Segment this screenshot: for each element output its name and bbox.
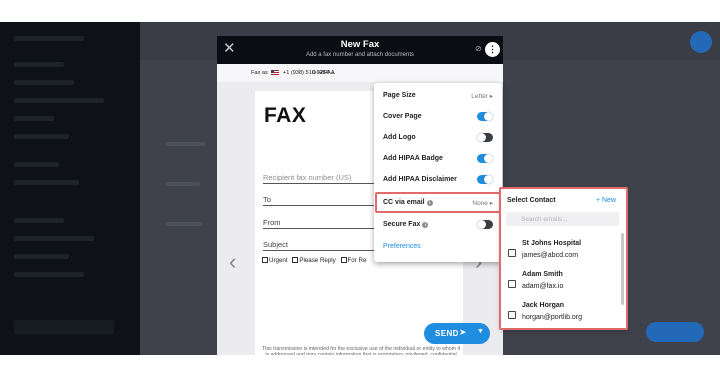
page-size-value-text: Letter — [471, 93, 488, 100]
menu-item-cover-page[interactable]: Cover Page — [374, 107, 502, 127]
please-reply-checkbox[interactable]: Please Reply — [292, 257, 336, 264]
previous-page-arrow[interactable]: ‹ — [229, 251, 236, 273]
chevron-right-icon: ▸ — [489, 93, 493, 100]
background-row — [165, 142, 205, 146]
flag-checkboxes: Urgent Please Reply For Re — [262, 257, 369, 264]
preferences-link[interactable]: Preferences — [383, 243, 421, 250]
attachment-icon[interactable]: ⊘ — [475, 44, 482, 53]
us-flag-icon — [271, 70, 280, 75]
sidebar-line — [14, 80, 74, 85]
hipaa-label: HIPAA — [318, 70, 335, 76]
for-review-label: For Re — [347, 257, 367, 264]
fax-as-label: Fax as — [251, 70, 268, 76]
shield-icon: ⊙ — [312, 70, 317, 76]
send-label: SEND — [435, 329, 459, 338]
send-icon: ➤ — [459, 327, 467, 337]
menu-item-add-hipaa-badge[interactable]: Add HIPAA Badge — [374, 149, 502, 169]
for-review-checkbox[interactable]: For Re — [340, 257, 367, 264]
urgent-label: Urgent — [269, 257, 288, 264]
cover-page-toggle[interactable] — [477, 112, 493, 121]
more-options-button[interactable]: ⋮ — [485, 42, 500, 57]
sidebar-line — [14, 62, 64, 67]
cc-highlight-box — [375, 192, 501, 213]
page-size-label: Page Size — [383, 92, 416, 99]
sidebar-footer — [14, 320, 114, 334]
cover-page-label: Cover Page — [383, 113, 422, 120]
sidebar-line — [14, 98, 104, 103]
sidebar-logo-blur — [14, 36, 84, 41]
urgent-checkbox[interactable]: Urgent — [262, 257, 288, 264]
sidebar-line — [14, 162, 59, 167]
background-row — [165, 182, 200, 186]
modal-header: ✕ New Fax Add a fax number and attach do… — [217, 36, 503, 64]
fax-as-bar: Fax as +1 (938) 510-9254 ⌄ ⊙ HIPAA — [217, 64, 503, 82]
hipaa-badge: ⊙ HIPAA — [312, 70, 335, 76]
sidebar-line — [14, 134, 69, 139]
secure-fax-label: Secure Fax — [383, 221, 421, 228]
menu-item-add-logo[interactable]: Add Logo — [374, 128, 502, 148]
sidebar-line — [14, 254, 69, 259]
menu-item-add-hipaa-disclaimer[interactable]: Add HIPAA Disclaimer — [374, 170, 502, 190]
fax-heading: FAX — [264, 104, 307, 127]
add-hipaa-disclaimer-toggle[interactable] — [477, 175, 493, 184]
send-button[interactable]: SEND ➤ ▼ — [424, 323, 490, 344]
page-size-value: Letter ▸ — [471, 92, 493, 100]
add-logo-toggle[interactable] — [477, 133, 493, 142]
secure-fax-toggle[interactable] — [477, 220, 493, 229]
sidebar-line — [14, 236, 94, 241]
modal-title: New Fax — [340, 39, 380, 50]
background-sidebar — [0, 22, 140, 355]
sidebar-line — [14, 180, 79, 185]
avatar — [690, 31, 712, 53]
info-icon: i — [422, 222, 429, 228]
menu-item-page-size[interactable]: Page Size Letter ▸ — [374, 86, 502, 106]
menu-item-secure-fax[interactable]: Secure Fax i — [374, 215, 502, 235]
options-menu: Page Size Letter ▸ Cover Page Add Logo A… — [374, 83, 502, 262]
add-hipaa-badge-toggle[interactable] — [477, 154, 493, 163]
background-action-button — [646, 322, 704, 342]
modal-subtitle: Add a fax number and attach documents — [305, 52, 415, 58]
secure-fax-label-wrap: Secure Fax i — [383, 221, 429, 228]
add-hipaa-badge-label: Add HIPAA Badge — [383, 155, 443, 162]
fax-disclaimer: This transmission is intended for the ex… — [261, 346, 461, 355]
add-hipaa-disclaimer-label: Add HIPAA Disclaimer — [383, 176, 457, 183]
app-backdrop: ✕ New Fax Add a fax number and attach do… — [0, 22, 720, 355]
please-reply-label: Please Reply — [299, 257, 336, 264]
sidebar-line — [14, 272, 84, 277]
sidebar-line — [14, 218, 64, 223]
add-logo-label: Add Logo — [383, 134, 416, 141]
menu-item-preferences[interactable]: Preferences — [374, 237, 502, 257]
sidebar-line — [14, 116, 54, 121]
chevron-down-icon[interactable]: ▼ — [477, 328, 484, 335]
background-row — [165, 222, 203, 226]
contact-highlight-box — [499, 187, 628, 330]
